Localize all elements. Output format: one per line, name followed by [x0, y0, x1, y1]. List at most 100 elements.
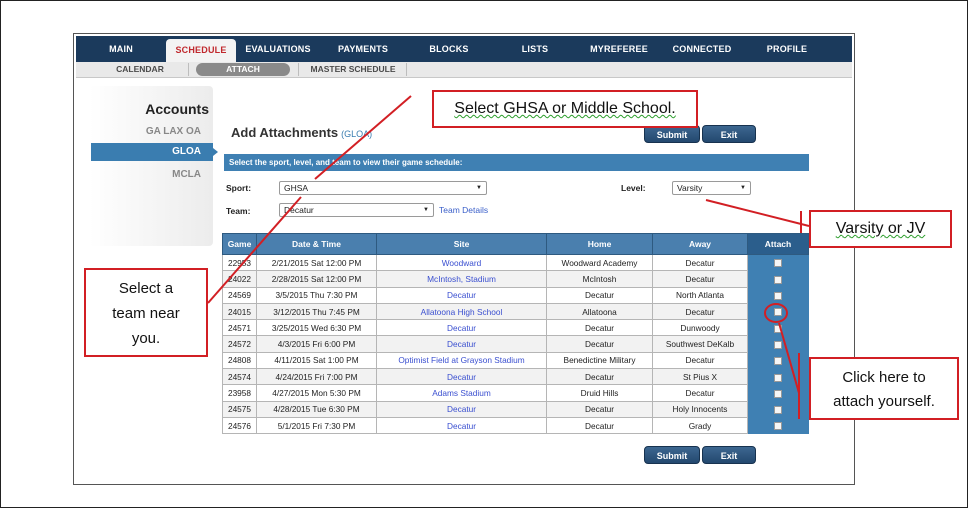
account-gloa[interactable]: GLOA — [91, 143, 213, 161]
nav-lists[interactable]: LISTS — [492, 36, 578, 62]
attach-cell — [747, 368, 809, 386]
date-time-cell: 3/5/2015 Thu 7:30 PM — [256, 286, 377, 304]
attach-checkbox[interactable] — [774, 292, 782, 301]
home-cell: Decatur — [546, 416, 653, 435]
team-label: Team: — [226, 206, 251, 216]
schedule-table-body: 22953 2/21/2015 Sat 12:00 PM Woodward Woodw… — [222, 253, 809, 435]
home-cell: Decatur — [546, 286, 653, 304]
game-id-cell: 24571 — [222, 319, 257, 337]
attach-checkbox[interactable] — [774, 406, 782, 415]
date-time-cell: 2/21/2015 Sat 12:00 PM — [256, 253, 377, 272]
sport-select-value: GHSA — [284, 183, 309, 193]
game-id-cell: 24015 — [222, 302, 257, 321]
site-cell[interactable]: Decatur — [376, 335, 547, 353]
nav-blocks[interactable]: BLOCKS — [406, 36, 492, 62]
account-ga-lax-oa[interactable]: GA LAX OA — [146, 126, 201, 137]
table-row: 24015 3/12/2015 Thu 7:45 PM Allatoona High… — [222, 302, 809, 321]
team-select-value: Decatur — [284, 205, 314, 215]
attach-checkbox[interactable] — [774, 308, 782, 317]
home-cell: Allatoona — [546, 302, 653, 321]
site-cell[interactable]: Decatur — [376, 416, 547, 435]
date-time-cell: 4/3/2015 Fri 6:00 PM — [256, 335, 377, 353]
attach-checkbox[interactable] — [774, 373, 782, 382]
date-time-cell: 4/11/2015 Sat 1:00 PM — [256, 351, 377, 370]
attach-cell — [747, 253, 809, 272]
site-cell[interactable]: Adams Stadium — [376, 384, 547, 402]
site-cell[interactable]: Woodward — [376, 253, 547, 272]
attach-cell — [747, 319, 809, 337]
attach-checkbox[interactable] — [774, 275, 782, 284]
attach-cell — [747, 416, 809, 435]
callout-attach: Click here to attach yourself. — [809, 357, 959, 420]
table-row: 24022 2/28/2015 Sat 12:00 PM McIntosh, Sta… — [222, 270, 809, 288]
header-attach: Attach — [747, 233, 809, 255]
nav-myreferee[interactable]: MYREFEREE — [578, 36, 660, 62]
game-id-cell: 23958 — [222, 384, 257, 402]
nav-profile[interactable]: PROFILE — [744, 36, 830, 62]
dropdown-caret-icon: ▼ — [476, 185, 482, 191]
attach-cell — [747, 351, 809, 370]
site-cell[interactable]: Optimist Field at Grayson Stadium — [376, 351, 547, 370]
submit-button-bottom[interactable]: Submit — [644, 446, 700, 464]
site-cell[interactable]: Decatur — [376, 400, 547, 418]
subnav-attach[interactable]: ATTACH — [196, 63, 290, 76]
table-row: 24569 3/5/2015 Thu 7:30 PM Decatur Decatur N… — [222, 286, 809, 304]
nav-evaluations[interactable]: EVALUATIONS — [236, 36, 320, 62]
away-cell: Decatur — [652, 384, 748, 402]
attach-checkbox[interactable] — [774, 340, 782, 349]
attach-checkbox[interactable] — [774, 389, 782, 398]
site-cell[interactable]: Decatur — [376, 286, 547, 304]
away-cell: Decatur — [652, 351, 748, 370]
nav-schedule[interactable]: SCHEDULE — [166, 39, 236, 62]
callout-ghsa: Select GHSA or Middle School. — [432, 90, 698, 128]
exit-button-top[interactable]: Exit — [702, 125, 756, 143]
attach-checkbox[interactable] — [774, 422, 782, 431]
callout-team-line3: you. — [131, 330, 161, 347]
screenshot-frame: MAIN SCHEDULE EVALUATIONS PAYMENTS BLOCK… — [0, 0, 968, 508]
attach-cell — [747, 302, 809, 321]
home-cell: Decatur — [546, 335, 653, 353]
home-cell: Benedictine Military — [546, 351, 653, 370]
dropdown-caret-icon: ▼ — [740, 185, 746, 191]
site-cell[interactable]: Allatoona High School — [376, 302, 547, 321]
header-site: Site — [376, 233, 547, 255]
attach-cell — [747, 384, 809, 402]
callout-varsity: Varsity or JV — [809, 210, 952, 248]
away-cell: St Pius X — [652, 368, 748, 386]
subnav-master-schedule[interactable]: MASTER SCHEDULE — [308, 63, 398, 76]
attach-checkbox[interactable] — [774, 259, 782, 268]
subnav-calendar[interactable]: CALENDAR — [110, 63, 170, 76]
exit-button-bottom[interactable]: Exit — [702, 446, 756, 464]
callout-attach-line2: attach yourself. — [833, 393, 935, 410]
account-mcla[interactable]: MCLA — [172, 169, 201, 180]
table-row: 24574 4/24/2015 Fri 7:00 PM Decatur Decatur… — [222, 368, 809, 386]
site-cell[interactable]: Decatur — [376, 368, 547, 386]
game-id-cell: 22953 — [222, 253, 257, 272]
accounts-title: Accounts — [145, 101, 209, 117]
home-cell: Decatur — [546, 400, 653, 418]
date-time-cell: 4/28/2015 Tue 6:30 PM — [256, 400, 377, 418]
date-time-cell: 3/25/2015 Wed 6:30 PM — [256, 319, 377, 337]
sport-select[interactable]: GHSA ▼ — [279, 181, 487, 195]
away-cell: Southwest DeKalb — [652, 335, 748, 353]
nav-connected[interactable]: CONNECTED — [660, 36, 744, 62]
attach-cell — [747, 270, 809, 288]
level-select[interactable]: Varsity ▼ — [672, 181, 751, 195]
callout-varsity-text: Varsity or JV — [835, 220, 926, 237]
header-date-time: Date & Time — [256, 233, 377, 255]
nav-payments[interactable]: PAYMENTS — [320, 36, 406, 62]
attach-checkbox[interactable] — [774, 324, 782, 333]
subnav-divider — [298, 63, 299, 76]
callout-ghsa-text: Select GHSA or Middle School. — [454, 100, 676, 117]
site-cell[interactable]: McIntosh, Stadium — [376, 270, 547, 288]
team-select[interactable]: Decatur ▼ — [279, 203, 434, 217]
site-cell[interactable]: Decatur — [376, 319, 547, 337]
game-id-cell: 24022 — [222, 270, 257, 288]
page-title-text: Add Attachments — [231, 125, 339, 140]
attach-checkbox[interactable] — [774, 357, 782, 366]
sport-label: Sport: — [226, 183, 252, 193]
team-details-link[interactable]: Team Details — [439, 205, 488, 215]
nav-main[interactable]: MAIN — [76, 36, 166, 62]
away-cell: Dunwoody — [652, 319, 748, 337]
date-time-cell: 5/1/2015 Fri 7:30 PM — [256, 416, 377, 435]
